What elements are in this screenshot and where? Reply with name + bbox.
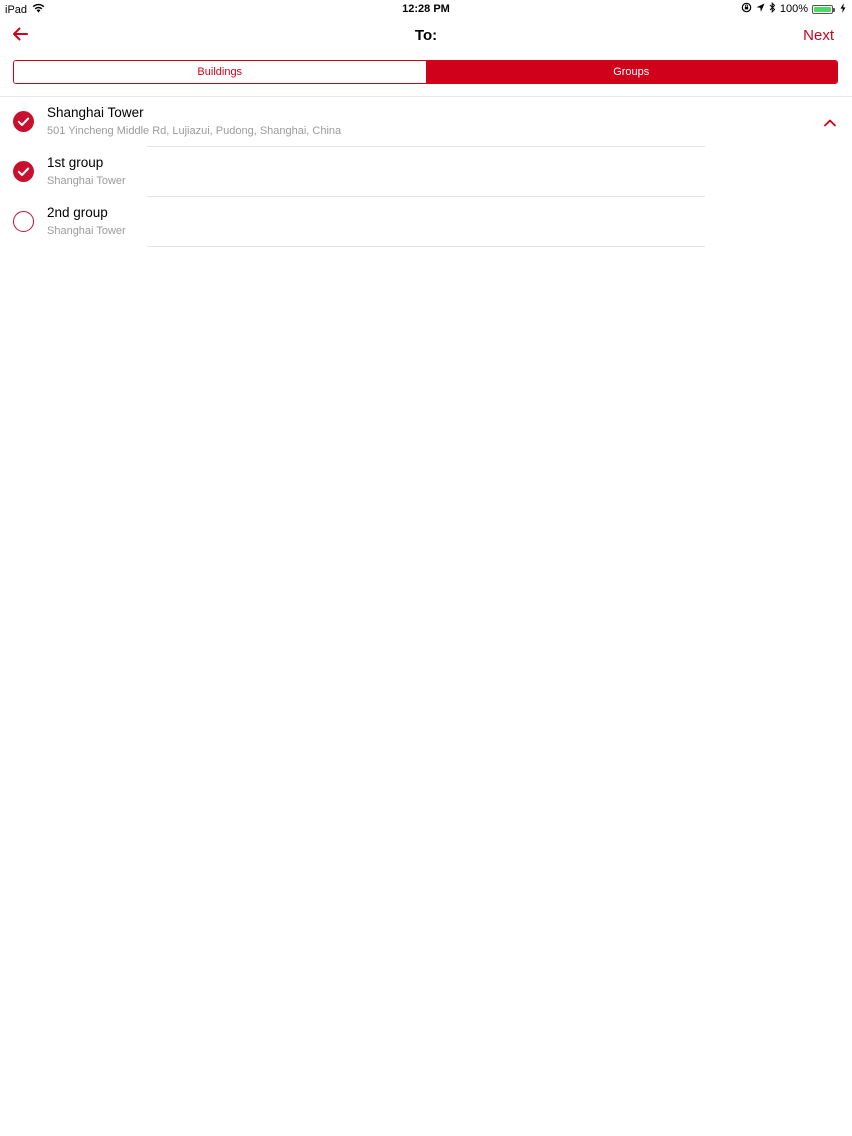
charging-icon: [840, 2, 846, 16]
item-title: 1st group: [47, 155, 104, 170]
battery-percent: 100%: [779, 3, 808, 15]
nav-bar: To: Next: [0, 18, 852, 54]
battery-icon: [812, 4, 835, 14]
location-icon: [756, 3, 765, 16]
item-title: Shanghai Tower: [47, 105, 144, 120]
recipient-list: Shanghai Tower 501 Yincheng Middle Rd, L…: [0, 97, 852, 247]
list-item-building[interactable]: Shanghai Tower 501 Yincheng Middle Rd, L…: [0, 97, 852, 147]
status-time: 12:28 PM: [402, 3, 450, 15]
list-item-group[interactable]: 2nd group Shanghai Tower: [0, 197, 852, 247]
item-subtitle: Shanghai Tower: [47, 225, 126, 237]
bluetooth-icon: [769, 1, 776, 16]
tab-groups[interactable]: Groups: [425, 61, 837, 83]
item-subtitle: Shanghai Tower: [47, 175, 126, 187]
item-title: 2nd group: [47, 205, 108, 220]
page-title: To:: [414, 27, 438, 44]
list-item-group[interactable]: 1st group Shanghai Tower: [0, 147, 852, 197]
next-button[interactable]: Next: [803, 27, 834, 44]
chevron-up-icon[interactable]: [823, 115, 837, 127]
battery-level: [814, 6, 831, 12]
row-divider: [147, 246, 705, 247]
orientation-lock-icon: [741, 2, 752, 16]
checked-circle-icon[interactable]: [13, 111, 34, 132]
status-bar: iPad 12:28 PM 100%: [0, 0, 852, 18]
segmented-control: Buildings Groups: [13, 60, 838, 84]
checked-circle-icon[interactable]: [13, 161, 34, 182]
unchecked-circle-icon[interactable]: [13, 211, 34, 232]
tab-buildings[interactable]: Buildings: [14, 61, 426, 83]
item-subtitle: 501 Yincheng Middle Rd, Lujiazui, Pudong…: [47, 125, 342, 137]
status-right: 100%: [741, 1, 846, 16]
